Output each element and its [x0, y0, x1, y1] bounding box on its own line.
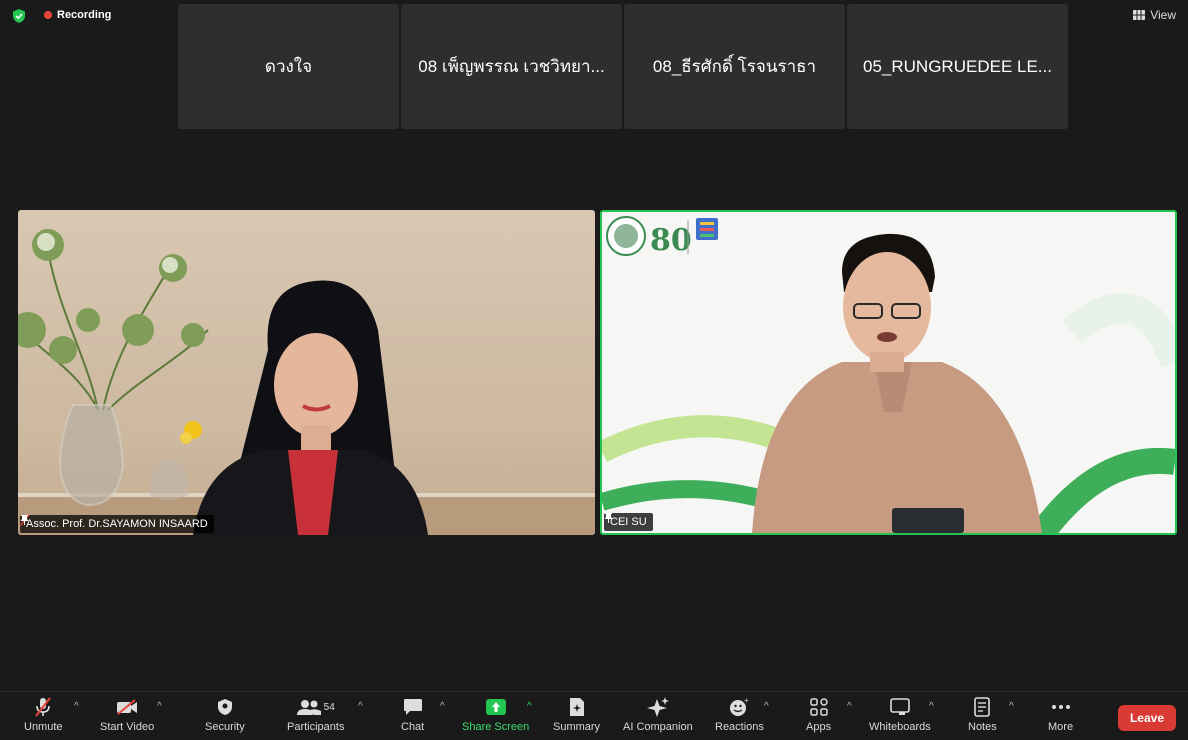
participant-name-label: Assoc. Prof. Dr.SAYAMON INSAARD: [26, 518, 208, 530]
participants-options-caret-icon[interactable]: ^: [358, 701, 363, 712]
recording-dot-icon: [44, 11, 52, 19]
ai-sparkle-icon: [646, 697, 669, 717]
participants-label: Participants: [287, 721, 345, 733]
participant-name-tag: CEI SU: [604, 513, 653, 531]
svg-text:+: +: [744, 697, 749, 705]
summary-button[interactable]: Summary: [553, 696, 600, 733]
apps-button[interactable]: Apps: [806, 696, 831, 733]
share-screen-icon: [485, 699, 506, 715]
audio-options-caret-icon[interactable]: ^: [74, 701, 79, 712]
participant-name: 08 เพ็ญพรรณ เวชวิทยา...: [418, 57, 605, 76]
chat-options-caret-icon[interactable]: ^: [440, 701, 445, 712]
reactions-options-caret-icon[interactable]: ^: [764, 701, 769, 712]
participant-thumbnail[interactable]: ดวงใจ: [178, 4, 399, 129]
chat-button[interactable]: Chat: [401, 696, 424, 733]
pin-icon: [20, 515, 29, 525]
muted-microphone-icon: [35, 697, 52, 717]
participant-count: 54: [323, 701, 335, 713]
apps-icon: [809, 698, 828, 716]
chat-label: Chat: [401, 721, 425, 733]
whiteboards-label: Whiteboards: [869, 721, 931, 733]
participant-name: ดวงใจ: [264, 57, 313, 76]
encryption-shield-icon[interactable]: [12, 9, 26, 23]
participant-thumbnail[interactable]: 08 เพ็ญพรรณ เวชวิทยา...: [401, 4, 622, 129]
reactions-emoji-icon: +: [730, 697, 749, 716]
participant-thumbnail[interactable]: 08_ธีรศักดิ์ โรจนราธา: [624, 4, 845, 129]
ai-companion-button[interactable]: AI Companion: [623, 696, 693, 733]
participant-name: 05_RUNGRUEDEE LE...: [863, 56, 1052, 76]
whiteboards-button[interactable]: Whiteboards: [869, 696, 931, 733]
apps-label: Apps: [806, 721, 832, 733]
grid-view-icon: [1133, 10, 1146, 20]
video-options-caret-icon[interactable]: ^: [157, 701, 162, 712]
meeting-toolbar: Unmute ^ Start Video ^ Security 54 Parti…: [0, 691, 1188, 740]
start-video-button[interactable]: Start Video: [100, 696, 154, 733]
apps-options-caret-icon[interactable]: ^: [847, 701, 852, 712]
more-dots-icon: [1051, 705, 1070, 709]
share-options-caret-icon[interactable]: ^: [527, 701, 532, 712]
chat-bubble-icon: [403, 699, 422, 715]
video-feed-man: 80: [602, 216, 1175, 533]
view-label: View: [1150, 8, 1176, 22]
whiteboard-icon: [890, 698, 910, 715]
summary-label: Summary: [553, 721, 601, 733]
notes-label: Notes: [968, 721, 997, 733]
participant-thumbnail[interactable]: 05_RUNGRUEDEE LE...: [847, 4, 1068, 129]
participant-name: 08_ธีรศักดิ์ โรจนราธา: [652, 57, 817, 76]
security-label: Security: [205, 721, 245, 733]
ai-companion-label: AI Companion: [623, 721, 693, 733]
notes-options-caret-icon[interactable]: ^: [1009, 701, 1014, 712]
unmute-button[interactable]: Unmute: [24, 696, 63, 733]
reactions-button[interactable]: + Reactions: [715, 696, 764, 733]
participant-name-label: CEI SU: [610, 516, 647, 528]
reactions-label: Reactions: [715, 721, 764, 733]
security-shield-icon: [217, 699, 232, 715]
participants-icon: [296, 700, 321, 715]
participant-name-tag: Assoc. Prof. Dr.SAYAMON INSAARD: [20, 515, 214, 533]
leave-button[interactable]: Leave: [1117, 705, 1176, 731]
video-feed-woman: [18, 229, 595, 535]
share-screen-label: Share Screen: [462, 721, 530, 733]
svg-text:80: 80: [650, 223, 692, 258]
participant-thumbnail-strip: ดวงใจ 08 เพ็ญพรรณ เวชวิทยา... 08_ธีรศักด…: [178, 4, 1068, 129]
unmute-label: Unmute: [24, 721, 63, 733]
whiteboards-options-caret-icon[interactable]: ^: [929, 701, 934, 712]
security-button[interactable]: Security: [205, 696, 245, 733]
video-tile-right-active-speaker[interactable]: 80 CEI SU: [600, 210, 1177, 535]
recording-indicator[interactable]: Recording: [44, 9, 111, 21]
more-button[interactable]: More: [1048, 696, 1073, 733]
recording-label: Recording: [57, 9, 112, 21]
more-label: More: [1048, 721, 1074, 733]
notes-button[interactable]: Notes: [968, 696, 997, 733]
summary-document-icon: [569, 698, 584, 716]
participants-button[interactable]: 54 Participants: [287, 696, 344, 733]
notes-icon: [974, 697, 991, 717]
video-off-icon: [117, 699, 138, 715]
share-screen-button[interactable]: Share Screen: [462, 696, 529, 733]
view-button[interactable]: View: [1133, 8, 1176, 22]
video-tile-left[interactable]: Assoc. Prof. Dr.SAYAMON INSAARD: [18, 210, 595, 535]
pin-icon: [604, 513, 613, 523]
start-video-label: Start Video: [100, 721, 155, 733]
